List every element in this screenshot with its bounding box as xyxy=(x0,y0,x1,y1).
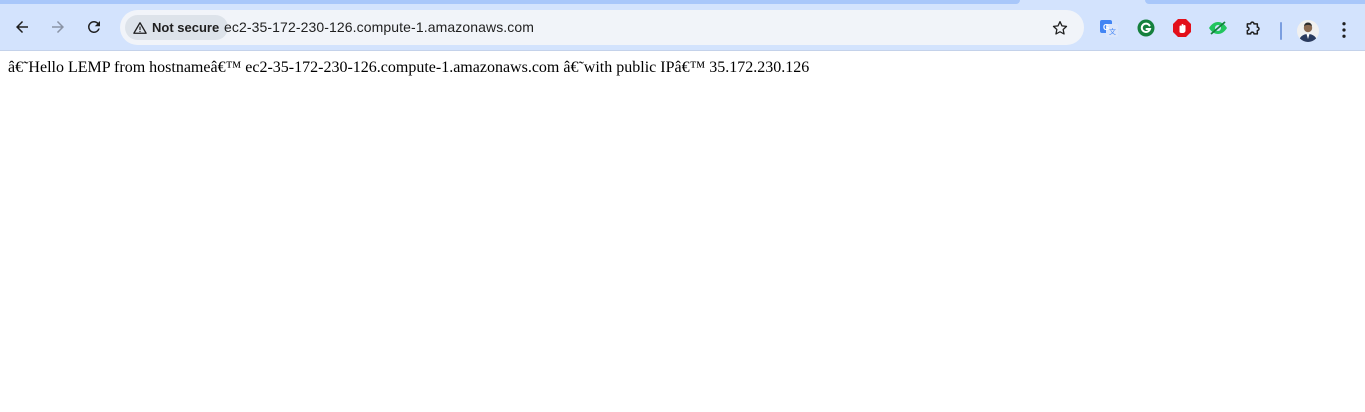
browser-menu-button[interactable] xyxy=(1333,17,1355,43)
svg-text:文: 文 xyxy=(1109,27,1116,36)
back-arrow-icon xyxy=(16,21,28,33)
grammarly-extension-button[interactable] xyxy=(1135,17,1157,39)
eye-extension-icon xyxy=(1209,21,1227,35)
url-text[interactable]: ec2-35-172-230-126.compute-1.amazonaws.c… xyxy=(224,19,534,35)
warning-triangle-icon xyxy=(133,21,147,34)
profile-avatar[interactable] xyxy=(1297,20,1319,42)
star-icon xyxy=(1052,20,1068,35)
address-bar[interactable]: Not secure ec2-35-172-230-126.compute-1.… xyxy=(120,10,1084,45)
page-text: â€˜Hello LEMP from hostnameâ€™ ec2-35-17… xyxy=(8,59,810,76)
bookmark-button[interactable] xyxy=(1050,18,1070,38)
eye-extension-button[interactable] xyxy=(1207,17,1229,39)
browser-toolbar: Not secure ec2-35-172-230-126.compute-1.… xyxy=(0,4,1365,51)
profile-avatar-icon xyxy=(1297,20,1319,42)
puzzle-extensions-icon xyxy=(1246,21,1260,35)
back-button[interactable] xyxy=(7,12,37,42)
three-dot-menu-icon xyxy=(1342,22,1346,38)
google-translate-icon: G 文 xyxy=(1100,20,1118,37)
adblock-extension-button[interactable] xyxy=(1171,17,1193,39)
translate-extension-button[interactable]: G 文 xyxy=(1098,17,1120,39)
extensions-button[interactable] xyxy=(1243,17,1265,39)
reload-icon xyxy=(87,20,100,33)
forward-button[interactable] xyxy=(43,12,73,42)
grammarly-icon xyxy=(1137,19,1155,37)
forward-arrow-icon xyxy=(52,21,64,33)
reload-button[interactable] xyxy=(79,12,109,42)
page-content: â€˜Hello LEMP from hostnameâ€™ ec2-35-17… xyxy=(0,52,1365,412)
security-chip[interactable]: Not secure xyxy=(125,15,229,40)
security-label: Not secure xyxy=(152,20,220,35)
adblock-icon xyxy=(1173,19,1191,37)
toolbar-divider xyxy=(1280,22,1282,40)
